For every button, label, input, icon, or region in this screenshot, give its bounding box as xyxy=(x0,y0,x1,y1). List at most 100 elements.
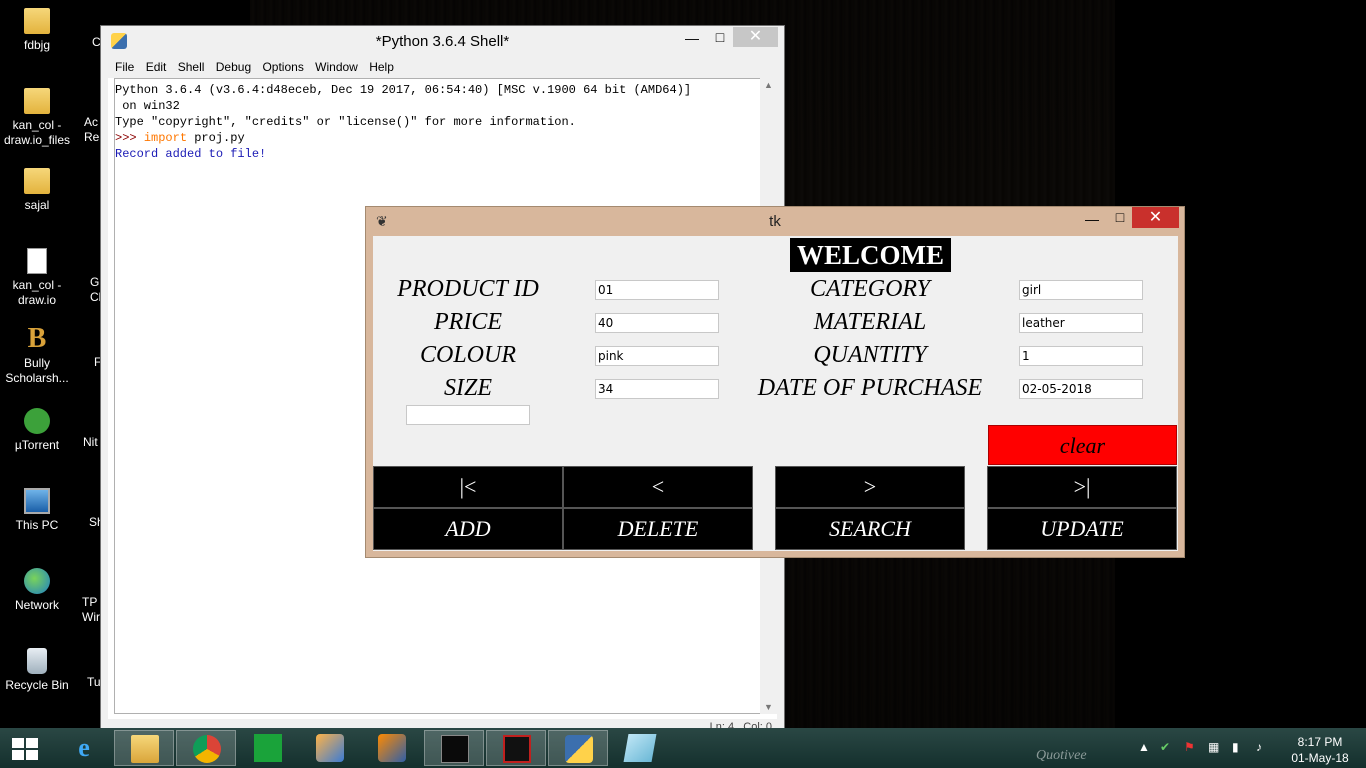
taskbar-acrobat[interactable] xyxy=(486,730,546,766)
acrobat-icon xyxy=(503,735,531,763)
tk-window: ❦ tk — □ ✕ WELCOME PRODUCT ID 01 PRICE 4… xyxy=(365,206,1185,558)
flag-icon[interactable]: ⚑ xyxy=(1184,740,1195,754)
scroll-up-icon[interactable]: ▲ xyxy=(760,80,777,90)
close-button[interactable]: ✕ xyxy=(1132,207,1179,228)
scroll-down-icon[interactable]: ▼ xyxy=(760,702,777,712)
clock-time: 8:17 PM xyxy=(1297,735,1343,749)
desktop-icon-partial-label[interactable]: Tu xyxy=(87,675,101,690)
start-button[interactable] xyxy=(0,728,50,768)
desktop-icon-drawio[interactable]: kan_col - draw.io xyxy=(0,248,74,308)
desktop-icon-network[interactable]: Network xyxy=(0,568,74,613)
folder-icon xyxy=(24,88,50,114)
shell-banner-line: Type "copyright", "credits" or "license(… xyxy=(115,115,576,129)
menu-options[interactable]: Options xyxy=(262,56,303,74)
desktop-icon-label: Bully Scholarsh... xyxy=(5,356,69,385)
network-signal-icon[interactable]: ▮ xyxy=(1232,740,1239,754)
app-icon-2 xyxy=(378,734,406,762)
minimize-button[interactable]: — xyxy=(678,30,706,50)
search-button[interactable]: SEARCH xyxy=(775,508,965,550)
size-label: SIZE xyxy=(444,375,492,401)
material-input[interactable]: leather xyxy=(1019,313,1143,333)
taskbar-chrome[interactable] xyxy=(176,730,236,766)
taskbar-python[interactable] xyxy=(548,730,608,766)
desktop-icon-partial-label[interactable]: Ac Rea xyxy=(84,115,101,145)
desktop-icon-partial-label[interactable]: Sh xyxy=(89,515,101,530)
shell-keyword: import xyxy=(143,131,188,145)
tk-titlebar[interactable]: ❦ tk — □ ✕ xyxy=(366,207,1184,237)
desktop-icon-recycle-bin[interactable]: Recycle Bin xyxy=(0,648,74,693)
price-input[interactable]: 40 xyxy=(595,313,719,333)
taskbar-store[interactable] xyxy=(238,730,298,766)
welcome-heading: WELCOME xyxy=(790,238,951,272)
desktop-icon-label: fdbjg xyxy=(23,38,51,52)
desktop-icon-label: This PC xyxy=(15,518,59,532)
tk-client-area: WELCOME PRODUCT ID 01 PRICE 40 COLOUR pi… xyxy=(373,236,1178,551)
desktop-icon-bully[interactable]: B Bully Scholarsh... xyxy=(0,323,74,386)
desktop-icon-fdbjg[interactable]: fdbjg xyxy=(0,8,74,53)
desktop-icon-partial-label[interactable]: Gi Cl xyxy=(90,275,101,305)
quantity-input[interactable]: 1 xyxy=(1019,346,1143,366)
taskbar-ie[interactable]: e xyxy=(54,730,114,766)
python-icon xyxy=(565,735,593,763)
volume-icon[interactable]: ♪ xyxy=(1256,740,1262,754)
system-clock[interactable]: 8:17 PM 01-May-18 xyxy=(1280,734,1360,766)
shell-banner-line: on win32 xyxy=(115,99,180,113)
desktop-icon-label: Network xyxy=(14,598,59,612)
close-button[interactable]: ✕ xyxy=(733,27,778,47)
clear-button[interactable]: clear xyxy=(988,425,1177,465)
desktop-icon-drawio-files[interactable]: kan_col - draw.io_files xyxy=(0,88,74,148)
category-label: CATEGORY xyxy=(809,276,931,302)
tk-window-title: tk xyxy=(769,213,781,230)
desktop-icon-label: kan_col - draw.io_files xyxy=(3,118,71,147)
update-button[interactable]: UPDATE xyxy=(987,508,1177,550)
date-of-purchase-input[interactable]: 02-05-2018 xyxy=(1019,379,1143,399)
document-icon xyxy=(27,248,47,274)
maximize-button[interactable]: □ xyxy=(1106,209,1134,229)
delete-button[interactable]: DELETE xyxy=(563,508,753,550)
colour-input[interactable]: pink xyxy=(595,346,719,366)
menu-shell[interactable]: Shell xyxy=(178,56,205,74)
first-record-button[interactable]: |< xyxy=(373,466,563,508)
extra-input[interactable] xyxy=(406,405,530,425)
desktop-icon-label: Recycle Bin xyxy=(5,678,69,692)
desktop-icon-this-pc[interactable]: This PC xyxy=(0,488,74,533)
taskbar-file-explorer[interactable] xyxy=(114,730,174,766)
idle-titlebar[interactable]: *Python 3.6.4 Shell* — □ ✕ xyxy=(101,26,784,56)
taskbar-app[interactable] xyxy=(300,730,360,766)
computer-icon xyxy=(24,488,50,514)
device-icon[interactable]: ▦ xyxy=(1208,740,1219,754)
category-input[interactable]: girl xyxy=(1019,280,1143,300)
minimize-button[interactable]: — xyxy=(1078,211,1106,231)
previous-record-button[interactable]: < xyxy=(563,466,753,508)
last-record-button[interactable]: >| xyxy=(987,466,1177,508)
product-id-input[interactable]: 01 xyxy=(595,280,719,300)
maximize-button[interactable]: □ xyxy=(706,29,734,49)
desktop-icon-utorrent[interactable]: µTorrent xyxy=(0,408,74,453)
taskbar-app-2[interactable] xyxy=(362,730,422,766)
file-explorer-icon xyxy=(131,735,159,763)
desktop-icon-partial-label[interactable]: C xyxy=(92,35,101,50)
menu-file[interactable]: File xyxy=(115,56,134,74)
desktop-icon-label: kan_col - draw.io xyxy=(12,278,62,307)
menu-help[interactable]: Help xyxy=(369,56,394,74)
menu-debug[interactable]: Debug xyxy=(216,56,251,74)
desktop-icon-partial-label[interactable]: F xyxy=(94,355,101,370)
product-id-label: PRODUCT ID xyxy=(397,276,539,302)
material-label: MATERIAL xyxy=(813,309,927,335)
desktop-icon-partial-label[interactable]: Nit xyxy=(83,435,101,450)
taskbar: e Quotivee ▲ ✔ ⚑ ▦ ▮ ♪ 8:17 PM 01-May-18 xyxy=(0,728,1366,768)
taskbar-notepad[interactable] xyxy=(610,730,670,766)
shell-command-line: >>> import proj.py xyxy=(115,130,766,146)
add-button[interactable]: ADD xyxy=(373,508,563,550)
game-icon: B xyxy=(27,323,47,354)
taskbar-mysql[interactable] xyxy=(424,730,484,766)
security-icon[interactable]: ✔ xyxy=(1160,740,1170,754)
menu-window[interactable]: Window xyxy=(315,56,358,74)
desktop-icon-sajal[interactable]: sajal xyxy=(0,168,74,213)
menu-edit[interactable]: Edit xyxy=(146,56,167,74)
size-input[interactable]: 34 xyxy=(595,379,719,399)
app-icon xyxy=(316,734,344,762)
desktop-icon-partial-label[interactable]: TP Wire xyxy=(82,595,101,625)
show-hidden-icons[interactable]: ▲ xyxy=(1138,740,1150,754)
next-record-button[interactable]: > xyxy=(775,466,965,508)
